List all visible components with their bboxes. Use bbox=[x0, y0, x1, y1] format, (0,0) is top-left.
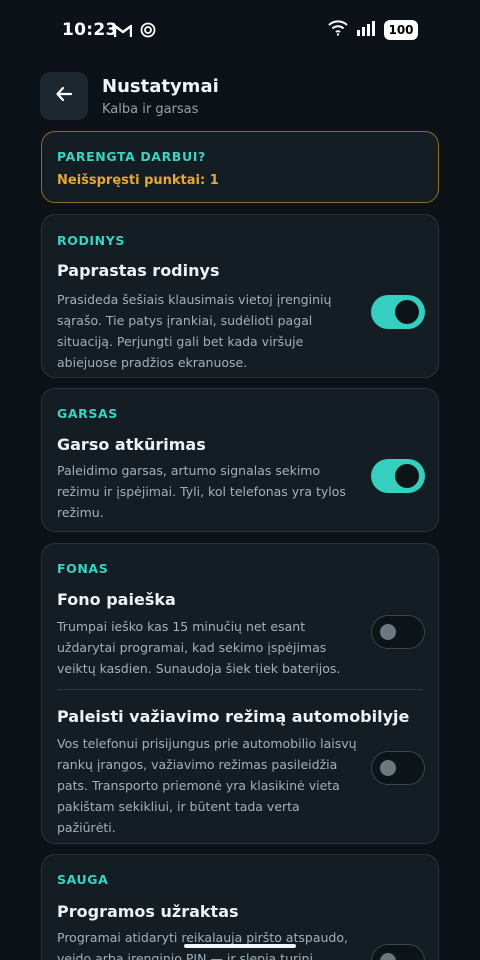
toggle-knob bbox=[380, 624, 396, 640]
ready-card[interactable]: PARENGTA DARBUI? Neišspręsti punktai: 1 bbox=[41, 131, 439, 203]
driving-mode-toggle[interactable] bbox=[371, 751, 425, 785]
section-background: FONAS Fono paieška Trumpai ieško kas 15 … bbox=[41, 543, 439, 844]
app-lock-title: Programos užraktas bbox=[57, 902, 239, 921]
section-label-background: FONAS bbox=[57, 561, 109, 576]
section-label-security: SAUGA bbox=[57, 872, 109, 887]
header: Nustatymai Kalba ir garsas bbox=[40, 72, 440, 122]
arrow-left-icon bbox=[55, 85, 73, 107]
simple-view-toggle[interactable] bbox=[371, 295, 425, 329]
status-time: 10:23 bbox=[62, 20, 118, 40]
section-label-sound: GARSAS bbox=[57, 406, 118, 421]
section-label-view: RODINYS bbox=[57, 233, 125, 248]
page-title: Nustatymai bbox=[102, 76, 219, 97]
background-search-toggle[interactable] bbox=[371, 615, 425, 649]
sound-playback-toggle[interactable] bbox=[371, 459, 425, 493]
home-indicator[interactable] bbox=[184, 944, 296, 948]
driving-mode-desc: Vos telefonui prisijungus prie automobil… bbox=[57, 736, 357, 835]
app-lock-toggle[interactable] bbox=[371, 944, 425, 960]
status-bar: 10:23 100 bbox=[0, 0, 480, 60]
page-subtitle: Kalba ir garsas bbox=[102, 102, 199, 117]
toggle-knob bbox=[380, 760, 396, 776]
simple-view-desc: Prasideda šešiais klausimais vietoj įren… bbox=[57, 292, 332, 370]
battery-icon: 100 bbox=[384, 20, 418, 40]
ready-title: PARENGTA DARBUI? bbox=[57, 149, 206, 164]
driving-mode-title: Paleisti važiavimo režimą automobilyje bbox=[57, 707, 410, 726]
toggle-knob bbox=[380, 953, 396, 960]
section-sound: GARSAS Garso atkūrimas Paleidimo garsas,… bbox=[41, 388, 439, 532]
gmail-icon bbox=[113, 23, 133, 42]
signal-icon bbox=[356, 20, 376, 40]
unresolved-count: Neišspręsti punktai: 1 bbox=[57, 173, 219, 188]
wifi-icon bbox=[328, 20, 348, 40]
sound-playback-desc: Paleidimo garsas, artumo signalas sekimo… bbox=[57, 463, 346, 520]
sound-playback-title: Garso atkūrimas bbox=[57, 435, 206, 454]
background-search-title: Fono paieška bbox=[57, 590, 176, 609]
sync-icon bbox=[140, 22, 156, 42]
toggle-knob bbox=[395, 300, 419, 324]
divider bbox=[57, 689, 423, 690]
background-search-desc: Trumpai ieško kas 15 minučių net esant u… bbox=[57, 619, 341, 676]
simple-view-title: Paprastas rodinys bbox=[57, 261, 220, 280]
back-button[interactable] bbox=[40, 72, 88, 120]
section-view: RODINYS Paprastas rodinys Prasideda šeši… bbox=[41, 214, 439, 378]
toggle-knob bbox=[395, 464, 419, 488]
